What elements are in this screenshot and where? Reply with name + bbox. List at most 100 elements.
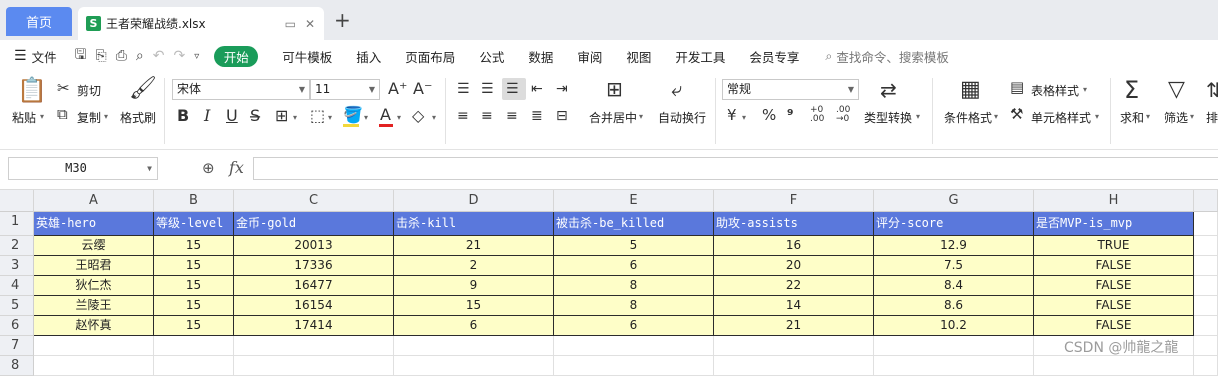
justify-icon[interactable]: ≣ xyxy=(531,109,543,123)
align-center-icon[interactable]: ≡ xyxy=(481,109,493,123)
data-cell[interactable]: 8.6 xyxy=(874,296,1034,316)
align-right-icon[interactable]: ≡ xyxy=(506,109,518,123)
menu-item-7[interactable]: 开发工具 xyxy=(675,47,725,66)
row-header-5[interactable]: 5 xyxy=(0,296,34,316)
data-cell[interactable]: 20013 xyxy=(234,236,394,256)
border-icon[interactable]: ⊞ xyxy=(275,108,288,124)
fill-color-icon[interactable]: 🪣 xyxy=(343,107,363,123)
data-cell[interactable]: FALSE xyxy=(1034,256,1194,276)
row-header-4[interactable]: 4 xyxy=(0,276,34,296)
empty-cell[interactable] xyxy=(1194,356,1218,376)
cell-fill-style-icon[interactable]: ⬚ xyxy=(310,108,325,124)
save-icon[interactable]: 🖫 xyxy=(75,44,87,68)
formula-input[interactable] xyxy=(253,157,1218,180)
column-header-e[interactable]: E xyxy=(554,190,714,212)
header-cell[interactable]: 助攻-assists xyxy=(714,212,874,236)
column-header-c[interactable]: C xyxy=(234,190,394,212)
merge-cells-icon[interactable]: ⊞ xyxy=(606,79,623,99)
table-style-dropdown-icon[interactable]: ▾ xyxy=(1083,86,1087,94)
merge-center-button[interactable]: 合并居中 xyxy=(589,109,637,126)
data-cell[interactable]: 20 xyxy=(714,256,874,276)
empty-cell[interactable] xyxy=(1194,296,1218,316)
row-header-2[interactable]: 2 xyxy=(0,236,34,256)
empty-cell[interactable] xyxy=(1194,256,1218,276)
data-cell[interactable]: FALSE xyxy=(1034,276,1194,296)
empty-cell[interactable] xyxy=(154,336,234,356)
data-cell[interactable]: 15 xyxy=(154,316,234,336)
data-cell[interactable]: 8 xyxy=(554,296,714,316)
new-tab-icon[interactable]: + xyxy=(334,8,351,32)
paste-button[interactable]: 粘贴 xyxy=(12,109,36,126)
cell-style-dropdown-icon[interactable]: ▾ xyxy=(1095,113,1099,121)
close-icon[interactable]: ✕ xyxy=(305,17,315,31)
sort-icon[interactable]: ⇅ xyxy=(1206,80,1218,100)
font-color-dropdown-icon[interactable]: ▾ xyxy=(397,114,401,122)
menu-item-2[interactable]: 页面布局 xyxy=(405,47,455,66)
menu-item-0[interactable]: 可牛模板 xyxy=(282,47,332,66)
number-format-select[interactable]: 常规 ▼ xyxy=(722,79,859,100)
column-header-d[interactable]: D xyxy=(394,190,554,212)
row-header-8[interactable]: 8 xyxy=(0,356,34,376)
format-painter-button[interactable]: 格式刷 xyxy=(120,109,156,126)
conditional-format-icon[interactable]: ▦ xyxy=(960,79,981,101)
name-box[interactable]: M30 ▼ xyxy=(8,157,158,180)
font-size-select[interactable]: 11 ▼ xyxy=(310,79,380,100)
data-cell[interactable]: 15 xyxy=(154,276,234,296)
export-icon[interactable]: ⎘ xyxy=(96,48,107,64)
empty-cell[interactable] xyxy=(554,336,714,356)
menu-item-3[interactable]: 公式 xyxy=(479,47,504,66)
copy-button[interactable]: 复制 xyxy=(77,109,101,126)
empty-cell[interactable] xyxy=(1194,316,1218,336)
row-header-6[interactable]: 6 xyxy=(0,316,34,336)
monitor-icon[interactable]: ▭ xyxy=(285,17,296,31)
data-cell[interactable]: TRUE xyxy=(1034,236,1194,256)
cut-button[interactable]: 剪切 xyxy=(77,82,101,99)
menu-item-6[interactable]: 视图 xyxy=(626,47,651,66)
align-bottom-icon[interactable]: ☰ xyxy=(506,82,519,96)
column-header-h[interactable]: H xyxy=(1034,190,1194,212)
header-cell[interactable]: 英雄-hero xyxy=(34,212,154,236)
paste-dropdown-icon[interactable]: ▾ xyxy=(40,113,44,121)
font-name-select[interactable]: 宋体 ▼ xyxy=(172,79,310,100)
data-cell[interactable]: 云缨 xyxy=(34,236,154,256)
column-header-f[interactable]: F xyxy=(714,190,874,212)
empty-cell[interactable] xyxy=(154,356,234,376)
data-cell[interactable]: 8 xyxy=(554,276,714,296)
cell-style-icon[interactable]: ⚒ xyxy=(1010,107,1023,122)
scissors-icon[interactable]: ✂ xyxy=(57,81,70,96)
cell-style-button[interactable]: 单元格样式 xyxy=(1031,109,1091,126)
clear-format-icon[interactable]: ◇ xyxy=(412,108,424,124)
data-cell[interactable]: 16477 xyxy=(234,276,394,296)
print-preview-icon[interactable]: ⌕ xyxy=(136,48,144,64)
sum-dropdown-icon[interactable]: ▾ xyxy=(1146,113,1150,121)
tab-file[interactable]: S 王者荣耀战绩.xlsx ▭ ✕ xyxy=(78,7,324,40)
data-cell[interactable]: 6 xyxy=(394,316,554,336)
data-cell[interactable]: 8.4 xyxy=(874,276,1034,296)
bold-icon[interactable]: B xyxy=(177,108,189,124)
tab-home[interactable]: 首页 xyxy=(6,7,72,36)
empty-cell[interactable] xyxy=(1034,356,1194,376)
empty-cell[interactable] xyxy=(1194,212,1218,236)
empty-cell[interactable] xyxy=(554,356,714,376)
table-style-button[interactable]: 表格样式 xyxy=(1031,82,1079,99)
empty-cell[interactable] xyxy=(1194,236,1218,256)
zoom-icon[interactable]: ⊕ xyxy=(202,159,215,177)
empty-cell[interactable] xyxy=(714,356,874,376)
command-search[interactable]: ⌕ 查找命令、搜索模板 xyxy=(825,47,949,66)
underline-icon[interactable]: U xyxy=(226,108,238,124)
copy-icon[interactable]: ⧉ xyxy=(57,107,68,122)
sort-button[interactable]: 排 xyxy=(1206,109,1218,126)
type-convert-dropdown-icon[interactable]: ▾ xyxy=(916,113,920,121)
redo-icon[interactable]: ↷ xyxy=(174,48,186,64)
data-cell[interactable]: 15 xyxy=(394,296,554,316)
empty-cell[interactable] xyxy=(234,356,394,376)
customize-icon[interactable]: ▿ xyxy=(194,51,199,62)
data-cell[interactable]: 21 xyxy=(714,316,874,336)
italic-icon[interactable]: I xyxy=(204,108,210,124)
data-cell[interactable]: 2 xyxy=(394,256,554,276)
function-icon[interactable]: fx xyxy=(229,158,244,177)
row-header-1[interactable]: 1 xyxy=(0,212,34,236)
data-cell[interactable]: 15 xyxy=(154,296,234,316)
percent-icon[interactable]: % xyxy=(762,108,776,123)
filter-button[interactable]: 筛选 xyxy=(1164,109,1188,126)
